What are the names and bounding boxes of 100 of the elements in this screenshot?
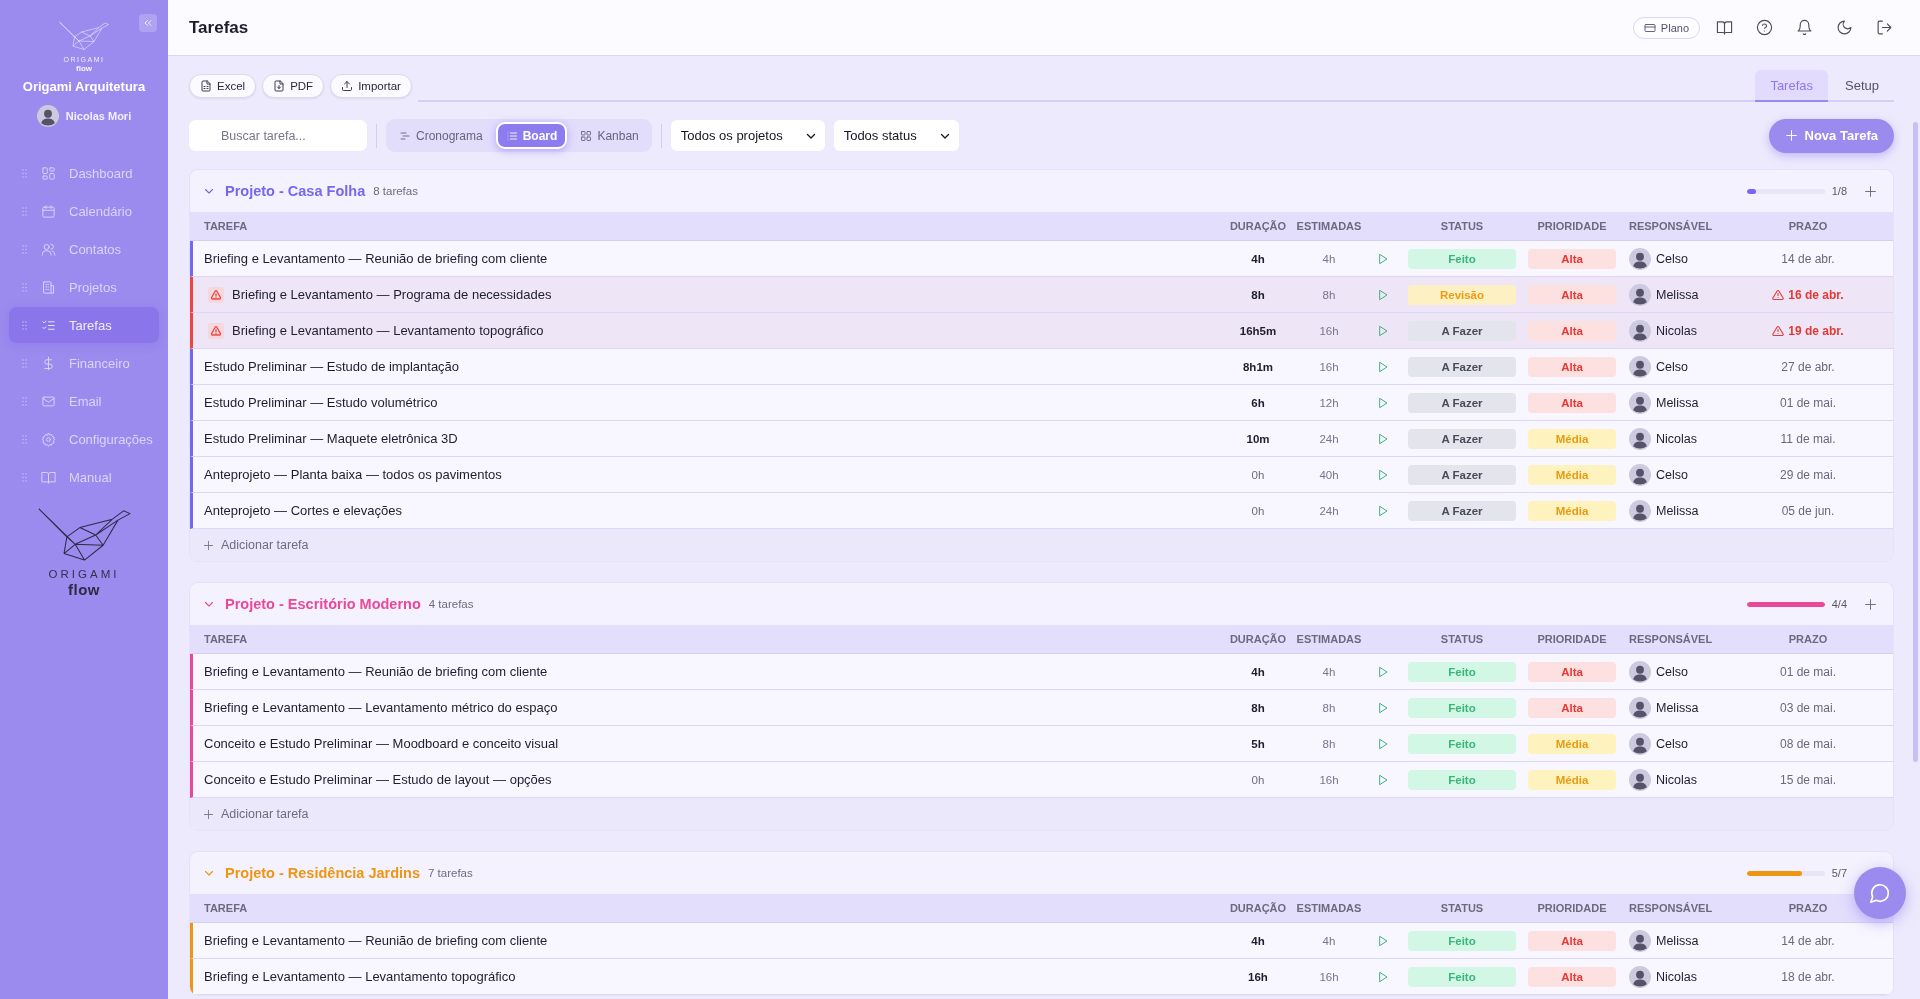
status-badge[interactable]: A Fazer (1408, 392, 1516, 413)
status-badge[interactable]: Feito (1408, 930, 1516, 951)
priority-badge[interactable]: Média (1528, 500, 1616, 521)
play-icon[interactable] (1377, 665, 1389, 678)
sidebar-item[interactable]: Configurações (9, 421, 159, 457)
drag-handle-icon[interactable] (22, 472, 27, 482)
notification-bell-icon[interactable] (1796, 19, 1813, 36)
task-row[interactable]: Estudo Preliminar — Estudo volumétrico 6h 12h A Fazer Alta Melissa 01 de mai. (190, 385, 1893, 421)
project-title[interactable]: Projeto - Escritório Moderno (225, 596, 421, 612)
plan-button[interactable]: Plano (1632, 16, 1700, 39)
drag-handle-icon[interactable] (22, 282, 27, 292)
new-task-button[interactable]: Nova Tarefa (1768, 118, 1894, 153)
status-badge[interactable]: Feito (1408, 966, 1516, 987)
drag-handle-icon[interactable] (22, 206, 27, 216)
priority-badge[interactable]: Alta (1528, 356, 1616, 377)
play-icon[interactable] (1377, 360, 1389, 373)
play-icon[interactable] (1377, 934, 1389, 947)
tab[interactable]: Tarefas (1755, 70, 1828, 102)
task-row[interactable]: Briefing e Levantamento — Reunião de briefing com cliente 4h 4h Feito Alta Celso 14 de abr. (190, 241, 1893, 277)
status-badge[interactable]: Feito (1408, 733, 1516, 754)
sidebar-item[interactable]: Financeiro (9, 345, 159, 381)
scrollbar-thumb[interactable] (1913, 122, 1918, 762)
view-option[interactable]: Cronograma (389, 122, 493, 149)
sidebar-item[interactable]: Manual (9, 459, 159, 495)
priority-badge[interactable]: Alta (1528, 930, 1616, 951)
status-badge[interactable]: A Fazer (1408, 320, 1516, 341)
status-badge[interactable]: A Fazer (1408, 464, 1516, 485)
status-badge[interactable]: Feito (1408, 697, 1516, 718)
book-icon[interactable] (1716, 19, 1733, 36)
status-badge[interactable]: A Fazer (1408, 500, 1516, 521)
sidebar-item[interactable]: Tarefas (9, 307, 159, 343)
plus-icon[interactable] (1864, 184, 1877, 198)
logout-icon[interactable] (1876, 19, 1893, 36)
play-icon[interactable] (1377, 701, 1389, 714)
drag-handle-icon[interactable] (22, 358, 27, 368)
task-row[interactable]: Anteprojeto — Planta baixa — todos os pavimentos 0h 40h A Fazer Média Celso 29 de mai. (190, 457, 1893, 493)
sidebar-item[interactable]: Contatos (9, 231, 159, 267)
view-option[interactable]: Kanban (570, 122, 649, 149)
priority-badge[interactable]: Alta (1528, 697, 1616, 718)
sidebar-item[interactable]: Calendário (9, 193, 159, 229)
collapse-sidebar-button[interactable] (139, 14, 157, 32)
priority-badge[interactable]: Alta (1528, 284, 1616, 305)
task-row[interactable]: Briefing e Levantamento — Levantamento topográfico 16h5m 16h A Fazer Alta Nicolas 19 de abr. (190, 313, 1893, 349)
task-row[interactable]: Briefing e Levantamento — Reunião de briefing com cliente 4h 4h Feito Alta Celso 01 de mai. (190, 654, 1893, 690)
play-icon[interactable] (1377, 288, 1389, 301)
play-icon[interactable] (1377, 737, 1389, 750)
play-icon[interactable] (1377, 970, 1389, 983)
status-badge[interactable]: A Fazer (1408, 428, 1516, 449)
play-icon[interactable] (1377, 252, 1389, 265)
priority-badge[interactable]: Alta (1528, 248, 1616, 269)
moon-icon[interactable] (1836, 19, 1853, 36)
export-button[interactable]: PDF (262, 74, 325, 98)
plus-icon[interactable] (1864, 597, 1877, 611)
export-button[interactable]: Importar (330, 74, 412, 98)
export-button[interactable]: Excel (189, 74, 257, 98)
play-icon[interactable] (1377, 432, 1389, 445)
priority-badge[interactable]: Média (1528, 428, 1616, 449)
play-icon[interactable] (1377, 773, 1389, 786)
priority-badge[interactable]: Alta (1528, 661, 1616, 682)
drag-handle-icon[interactable] (22, 168, 27, 178)
sidebar-item[interactable]: Email (9, 383, 159, 419)
play-icon[interactable] (1377, 468, 1389, 481)
help-icon[interactable] (1756, 19, 1773, 36)
task-row[interactable]: Estudo Preliminar — Maquete eletrônica 3D 10m 24h A Fazer Média Nicolas 11 de mai. (190, 421, 1893, 457)
drag-handle-icon[interactable] (22, 434, 27, 444)
play-icon[interactable] (1377, 396, 1389, 409)
task-row[interactable]: Briefing e Levantamento — Programa de necessidades 8h 8h Revisão Alta Melissa 16 de abr. (190, 277, 1893, 313)
sidebar-item[interactable]: Dashboard (9, 155, 159, 191)
drag-handle-icon[interactable] (22, 244, 27, 254)
task-row[interactable]: Briefing e Levantamento — Reunião de briefing com cliente 4h 4h Feito Alta Melissa 14 de abr. (190, 923, 1893, 959)
view-option[interactable]: Board (495, 122, 568, 149)
project-title[interactable]: Projeto - Casa Folha (225, 183, 366, 199)
priority-badge[interactable]: Média (1528, 769, 1616, 790)
filter-dropdown[interactable]: Todos os projetos (670, 120, 825, 151)
play-icon[interactable] (1377, 324, 1389, 337)
search-field[interactable]: Buscar tarefa... (189, 120, 367, 151)
filter-dropdown[interactable]: Todos status (833, 120, 959, 151)
task-row[interactable]: Estudo Preliminar — Estudo de implantação 8h1m 16h A Fazer Alta Celso 27 de abr. (190, 349, 1893, 385)
priority-badge[interactable]: Alta (1528, 392, 1616, 413)
play-icon[interactable] (1377, 504, 1389, 517)
drag-handle-icon[interactable] (22, 320, 27, 330)
task-row[interactable]: Conceito e Estudo Preliminar — Estudo de layout — opções 0h 16h Feito Média Nicolas 15 de mai. (190, 762, 1893, 798)
add-task-button[interactable]: Adicionar tarefa (190, 529, 1893, 561)
task-row[interactable]: Anteprojeto — Cortes e elevações 0h 24h A Fazer Média Melissa 05 de jun. (190, 493, 1893, 529)
status-badge[interactable]: Feito (1408, 769, 1516, 790)
status-badge[interactable]: Feito (1408, 661, 1516, 682)
task-row[interactable]: Briefing e Levantamento — Levantamento topográfico 16h 16h Feito Alta Nicolas 18 de abr. (190, 959, 1893, 995)
status-badge[interactable]: A Fazer (1408, 356, 1516, 377)
project-title[interactable]: Projeto - Residência Jardins (225, 865, 420, 881)
task-row[interactable]: Briefing e Levantamento — Levantamento métrico do espaço 8h 8h Feito Alta Melissa 03 de mai. (190, 690, 1893, 726)
priority-badge[interactable]: Alta (1528, 320, 1616, 341)
priority-badge[interactable]: Média (1528, 733, 1616, 754)
task-row[interactable]: Conceito e Estudo Preliminar — Moodboard e conceito visual 5h 8h Feito Média Celso 08 de mai. (190, 726, 1893, 762)
tab[interactable]: Setup (1830, 70, 1894, 102)
sidebar-item[interactable]: Projetos (9, 269, 159, 305)
status-badge[interactable]: Feito (1408, 248, 1516, 269)
status-badge[interactable]: Revisão (1408, 284, 1516, 305)
add-task-button[interactable]: Adicionar tarefa (190, 798, 1893, 830)
priority-badge[interactable]: Alta (1528, 966, 1616, 987)
priority-badge[interactable]: Média (1528, 464, 1616, 485)
